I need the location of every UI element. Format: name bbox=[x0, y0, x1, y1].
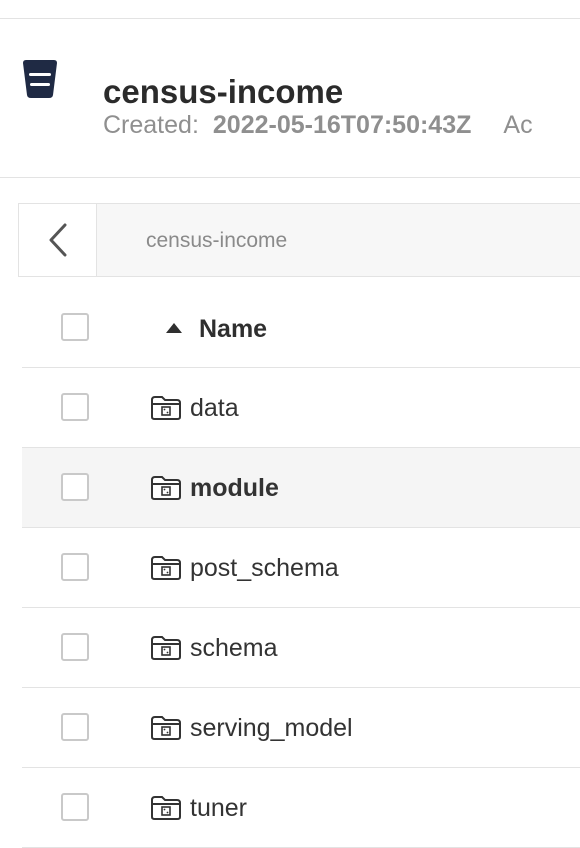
bucket-icon bbox=[21, 59, 59, 99]
object-browser-page: census-income Created: 2022-05-16T07:50:4… bbox=[0, 0, 580, 848]
row-checkbox[interactable] bbox=[61, 633, 89, 661]
bucket-meta: Created: 2022-05-16T07:50:43Z Ac bbox=[103, 111, 533, 140]
folder-name[interactable]: post_schema bbox=[190, 554, 339, 583]
object-table: Name data module post_schema schema serv… bbox=[22, 288, 580, 848]
folder-name[interactable]: schema bbox=[190, 634, 278, 663]
folder-name[interactable]: data bbox=[190, 394, 239, 423]
folder-icon bbox=[151, 476, 181, 500]
table-row[interactable]: serving_model bbox=[22, 688, 580, 768]
folder-name[interactable]: serving_model bbox=[190, 714, 353, 743]
folder-name[interactable]: tuner bbox=[190, 794, 247, 823]
folder-name[interactable]: module bbox=[190, 474, 279, 503]
bucket-header: census-income Created: 2022-05-16T07:50:4… bbox=[0, 19, 580, 177]
row-checkbox[interactable] bbox=[61, 793, 89, 821]
name-column-header[interactable]: Name bbox=[199, 315, 267, 344]
access-label-truncated: Ac bbox=[503, 111, 533, 139]
folder-icon bbox=[151, 716, 181, 740]
folder-icon bbox=[151, 556, 181, 580]
folder-icon bbox=[151, 396, 181, 420]
table-row[interactable]: schema bbox=[22, 608, 580, 688]
sort-ascending-icon[interactable] bbox=[165, 322, 183, 334]
created-value: 2022-05-16T07:50:43Z bbox=[212, 111, 472, 139]
back-button[interactable] bbox=[19, 204, 97, 276]
bucket-title: census-income bbox=[103, 73, 344, 110]
select-all-checkbox[interactable] bbox=[61, 313, 89, 341]
table-row[interactable]: module bbox=[22, 448, 580, 528]
breadcrumb: census-income bbox=[18, 203, 580, 277]
table-header-row: Name bbox=[22, 288, 580, 368]
chevron-left-icon bbox=[49, 223, 66, 257]
table-row[interactable]: post_schema bbox=[22, 528, 580, 608]
created-label: Created: bbox=[103, 111, 199, 139]
row-checkbox[interactable] bbox=[61, 713, 89, 741]
row-checkbox[interactable] bbox=[61, 553, 89, 581]
folder-icon bbox=[151, 636, 181, 660]
table-row[interactable]: data bbox=[22, 368, 580, 448]
breadcrumb-path[interactable]: census-income bbox=[146, 229, 287, 253]
folder-icon bbox=[151, 796, 181, 820]
header-divider bbox=[0, 177, 580, 178]
table-row[interactable]: tuner bbox=[22, 768, 580, 848]
row-checkbox[interactable] bbox=[61, 393, 89, 421]
row-checkbox[interactable] bbox=[61, 473, 89, 501]
